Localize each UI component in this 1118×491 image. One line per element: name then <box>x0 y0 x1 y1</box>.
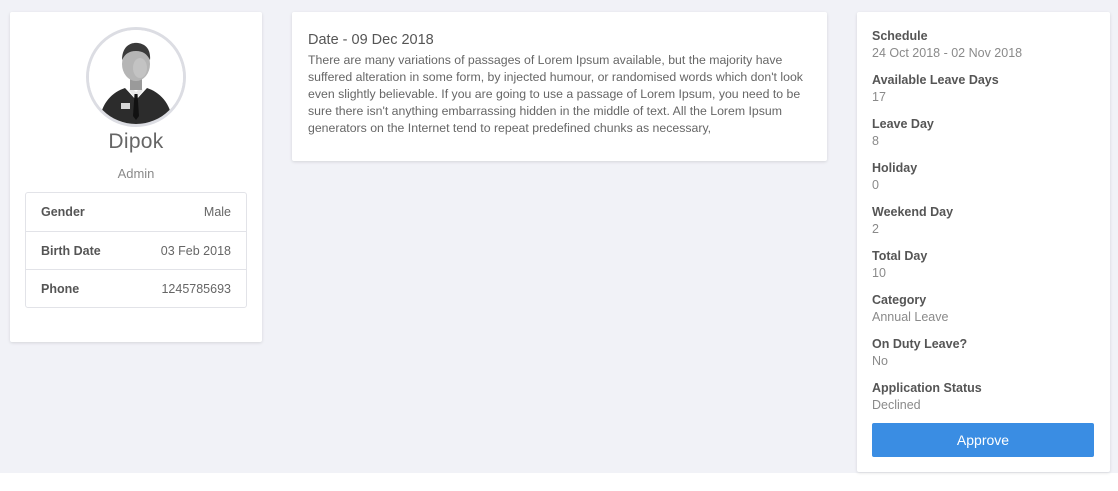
info-value: 1245785693 <box>161 281 231 296</box>
detail-leave-day: Leave Day 8 <box>872 116 1095 150</box>
info-label: Gender <box>41 205 85 219</box>
detail-label: Leave Day <box>872 117 934 131</box>
detail-value: 10 <box>872 266 886 280</box>
detail-label: Total Day <box>872 249 928 263</box>
profile-role: Admin <box>117 166 155 181</box>
profile-card: Dipok Admin Gender Male Birth Date 03 Fe… <box>10 12 262 342</box>
user-avatar-icon <box>89 30 183 124</box>
page-footer-strip <box>0 473 1118 491</box>
detail-label: Available Leave Days <box>872 73 999 87</box>
detail-label: Category <box>872 293 927 307</box>
message-date: Date - 09 Dec 2018 <box>308 32 434 48</box>
info-value: Male <box>203 205 231 219</box>
detail-label: On Duty Leave? <box>872 337 968 351</box>
profile-name: Dipok <box>108 130 164 153</box>
detail-on-duty-leave: On Duty Leave? No <box>872 336 1095 370</box>
detail-value: Annual Leave <box>872 310 949 324</box>
detail-value: 0 <box>872 178 879 192</box>
detail-value: 2 <box>872 222 879 236</box>
detail-holiday: Holiday 0 <box>872 160 1095 194</box>
detail-value: No <box>872 354 888 368</box>
avatar <box>86 27 186 127</box>
detail-application-status: Application Status Declined <box>872 380 1095 414</box>
detail-available-leave-days: Available Leave Days 17 <box>872 72 1095 106</box>
detail-schedule: Schedule 24 Oct 2018 - 02 Nov 2018 <box>872 28 1095 62</box>
message-body: There are many variations of passages of… <box>308 53 803 135</box>
leave-details-card: Schedule 24 Oct 2018 - 02 Nov 2018 Avail… <box>857 12 1110 472</box>
leave-message-card: Date - 09 Dec 2018 There are many variat… <box>292 12 827 161</box>
detail-label: Weekend Day <box>872 205 954 219</box>
detail-value: Declined <box>872 398 921 412</box>
detail-total-day: Total Day 10 <box>872 248 1095 282</box>
detail-value: 17 <box>872 90 886 104</box>
info-value: 03 Feb 2018 <box>160 243 231 258</box>
detail-label: Schedule <box>872 29 928 43</box>
detail-value: 24 Oct 2018 - 02 Nov 2018 <box>872 46 1023 60</box>
detail-value: 8 <box>872 134 879 148</box>
info-row-gender: Gender Male <box>26 193 246 231</box>
detail-label: Application Status <box>872 381 982 395</box>
info-label: Birth Date <box>41 243 101 258</box>
detail-label: Holiday <box>872 161 918 175</box>
info-label: Phone <box>41 281 80 296</box>
info-row-phone: Phone 1245785693 <box>26 269 246 307</box>
profile-info-table: Gender Male Birth Date 03 Feb 2018 Phone… <box>25 192 247 308</box>
approve-button[interactable]: Approve <box>872 423 1094 457</box>
detail-category: Category Annual Leave <box>872 292 1095 326</box>
detail-weekend-day: Weekend Day 2 <box>872 204 1095 238</box>
info-row-birth-date: Birth Date 03 Feb 2018 <box>26 231 246 269</box>
